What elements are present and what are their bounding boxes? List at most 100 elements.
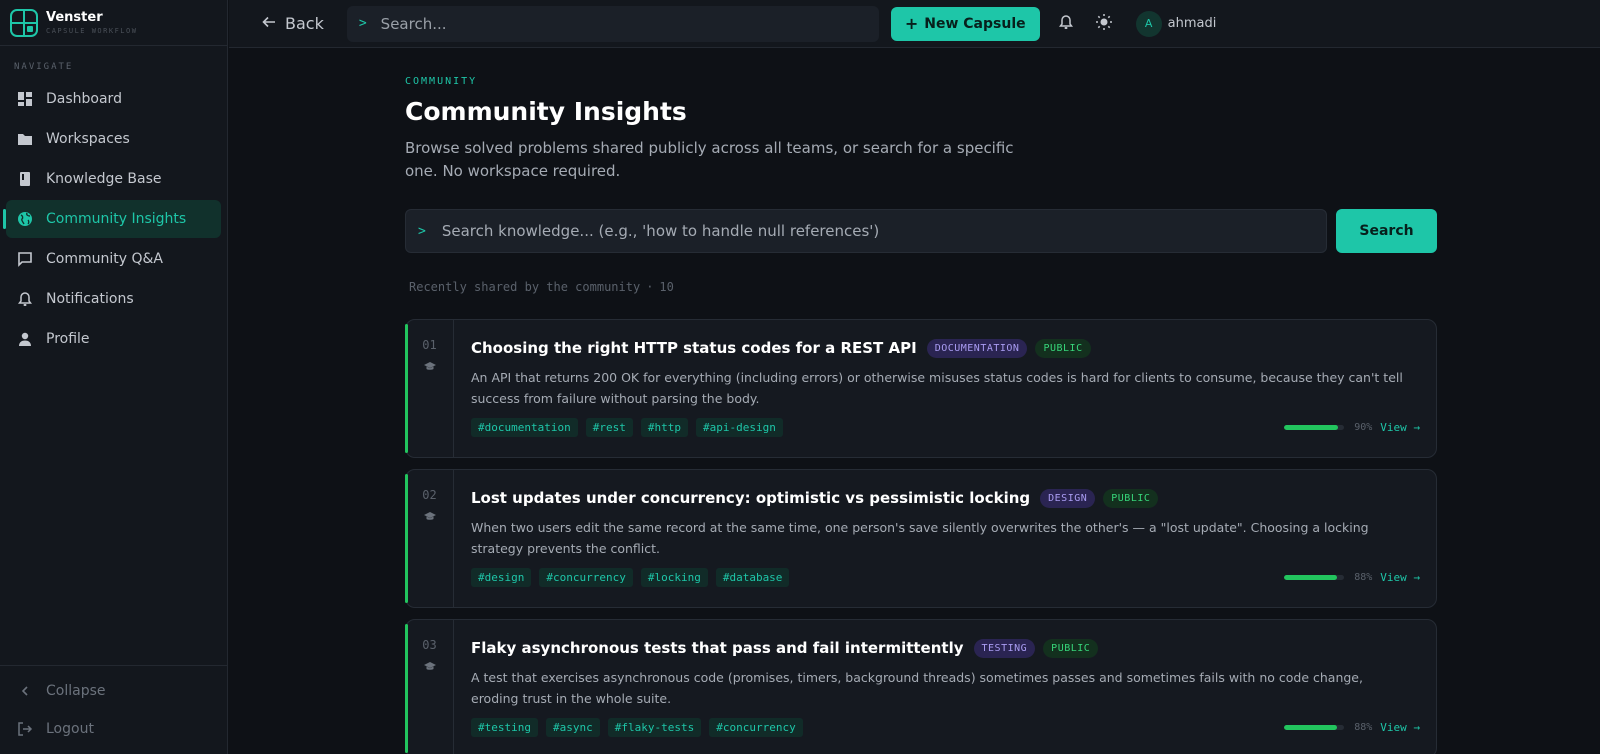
chevron-left-icon: [16, 685, 34, 697]
tag[interactable]: #api-design: [695, 418, 783, 437]
logout-button[interactable]: Logout: [0, 710, 227, 748]
avatar: A: [1135, 10, 1162, 37]
insight-card[interactable]: 01 Choosing the right HTTP status codes …: [405, 319, 1437, 458]
global-search: >: [346, 5, 879, 42]
search-button[interactable]: Search: [1336, 209, 1437, 253]
score-bar: [1284, 725, 1345, 730]
card-title[interactable]: Choosing the right HTTP status codes for…: [471, 339, 917, 357]
view-link[interactable]: View →: [1380, 721, 1420, 734]
tag[interactable]: #async: [545, 718, 600, 737]
tag[interactable]: #flaky-tests: [607, 718, 702, 737]
new-capsule-button[interactable]: + New Capsule: [890, 6, 1040, 41]
card-number: 01: [422, 338, 437, 352]
view-link[interactable]: View →: [1380, 571, 1420, 584]
logout-label: Logout: [46, 721, 94, 737]
score-bar: [1284, 575, 1345, 580]
sidebar-item-workspaces[interactable]: Workspaces: [6, 120, 221, 158]
new-capsule-label: New Capsule: [924, 15, 1026, 32]
visibility-badge: PUBLIC: [1103, 488, 1159, 508]
insight-card[interactable]: 03 Flaky asynchronous tests that pass an…: [405, 619, 1437, 754]
card-description: An API that returns 200 OK for everythin…: [471, 370, 1403, 406]
graduation-cap-icon: [423, 660, 436, 676]
page-description: Browse solved problems shared publicly a…: [405, 139, 1014, 180]
sidebar-item-label: Community Insights: [46, 211, 187, 227]
prompt-icon: >: [418, 223, 426, 239]
notifications-button[interactable]: [1054, 12, 1078, 36]
tag[interactable]: #rest: [585, 418, 633, 437]
graduation-cap-icon: [423, 360, 436, 376]
folder-icon: [16, 130, 34, 148]
sidebar-item-notifications[interactable]: Notifications: [6, 280, 221, 318]
theme-toggle-button[interactable]: [1092, 12, 1116, 36]
back-label: Back: [285, 14, 324, 33]
sidebar-item-label: Notifications: [46, 291, 134, 307]
sidebar-item-label: Profile: [46, 331, 90, 347]
sidebar-item-community-qa[interactable]: Community Q&A: [6, 240, 221, 278]
score-bar-fill: [1284, 725, 1337, 730]
main-content: COMMUNITY Community Insights Browse solv…: [405, 48, 1437, 754]
plus-icon: +: [904, 14, 919, 33]
card-title[interactable]: Flaky asynchronous tests that pass and f…: [471, 639, 964, 657]
category-badge: TESTING: [973, 638, 1036, 658]
book-icon: [16, 170, 34, 188]
sidebar-item-knowledge-base[interactable]: Knowledge Base: [6, 160, 221, 198]
back-button[interactable]: Back: [262, 14, 324, 33]
tag[interactable]: #concurrency: [539, 568, 633, 587]
sidebar-item-label: Workspaces: [46, 131, 130, 147]
tag[interactable]: #http: [640, 418, 688, 437]
score-percent: 88%: [1354, 572, 1373, 583]
recent-caption: Recently shared by the community · 10: [409, 280, 1437, 294]
score-bar-fill: [1284, 425, 1339, 430]
sidebar-footer: Collapse Logout: [0, 665, 227, 754]
recent-count: 10: [659, 280, 674, 294]
score-percent: 90%: [1354, 422, 1373, 433]
page-eyebrow: COMMUNITY: [405, 76, 478, 87]
sidebar-item-label: Community Q&A: [46, 251, 163, 267]
global-search-input[interactable]: [380, 14, 841, 33]
nav-heading: NAVIGATE: [14, 62, 74, 72]
sidebar-item-label: Knowledge Base: [46, 171, 162, 187]
chat-icon: [16, 250, 34, 268]
tag[interactable]: #database: [715, 568, 790, 587]
score-bar: [1284, 425, 1345, 430]
sidebar-item-community-insights[interactable]: Community Insights: [3, 200, 221, 238]
insight-card[interactable]: 02 Lost updates under concurrency: optim…: [405, 469, 1437, 608]
collapse-label: Collapse: [46, 683, 106, 699]
card-description: A test that exercises asynchronous code …: [471, 670, 1363, 706]
tag[interactable]: #documentation: [471, 418, 578, 437]
sun-icon: [1095, 13, 1113, 35]
user-icon: [16, 330, 34, 348]
arrow-left-icon: [262, 14, 276, 33]
user-menu[interactable]: A ahmadi: [1135, 10, 1216, 37]
tag[interactable]: #locking: [640, 568, 708, 587]
recent-label: Recently shared by the community: [409, 280, 641, 294]
tag[interactable]: #design: [471, 568, 532, 587]
brand[interactable]: Venster CAPSULE WORKFLOW: [0, 0, 227, 46]
knowledge-search-input[interactable]: [441, 222, 1302, 240]
view-link[interactable]: View →: [1380, 421, 1420, 434]
card-title[interactable]: Lost updates under concurrency: optimist…: [471, 489, 1030, 507]
logout-icon: [16, 721, 34, 737]
brand-name: Venster: [46, 10, 103, 25]
collapse-button[interactable]: Collapse: [0, 672, 227, 710]
dashboard-icon: [16, 90, 34, 108]
graduation-cap-icon: [423, 510, 436, 526]
logo-icon: [10, 8, 38, 37]
bell-icon: [16, 290, 34, 308]
tag[interactable]: #concurrency: [709, 718, 803, 737]
sidebar-item-dashboard[interactable]: Dashboard: [6, 80, 221, 118]
page-title: Community Insights: [405, 97, 687, 126]
tag[interactable]: #testing: [471, 718, 538, 737]
insight-list: 01 Choosing the right HTTP status codes …: [405, 319, 1437, 754]
prompt-icon: >: [358, 16, 367, 31]
visibility-badge: PUBLIC: [1035, 338, 1091, 358]
card-description: When two users edit the same record at t…: [471, 520, 1369, 556]
sidebar-item-label: Dashboard: [46, 91, 122, 107]
knowledge-search: > Search: [405, 209, 1437, 253]
card-number: 02: [422, 488, 437, 502]
brand-subtitle: CAPSULE WORKFLOW: [46, 27, 138, 35]
card-number: 03: [422, 638, 437, 652]
recent-separator: ·: [646, 280, 654, 294]
category-badge: DOCUMENTATION: [926, 338, 1028, 358]
sidebar-item-profile[interactable]: Profile: [6, 320, 221, 358]
